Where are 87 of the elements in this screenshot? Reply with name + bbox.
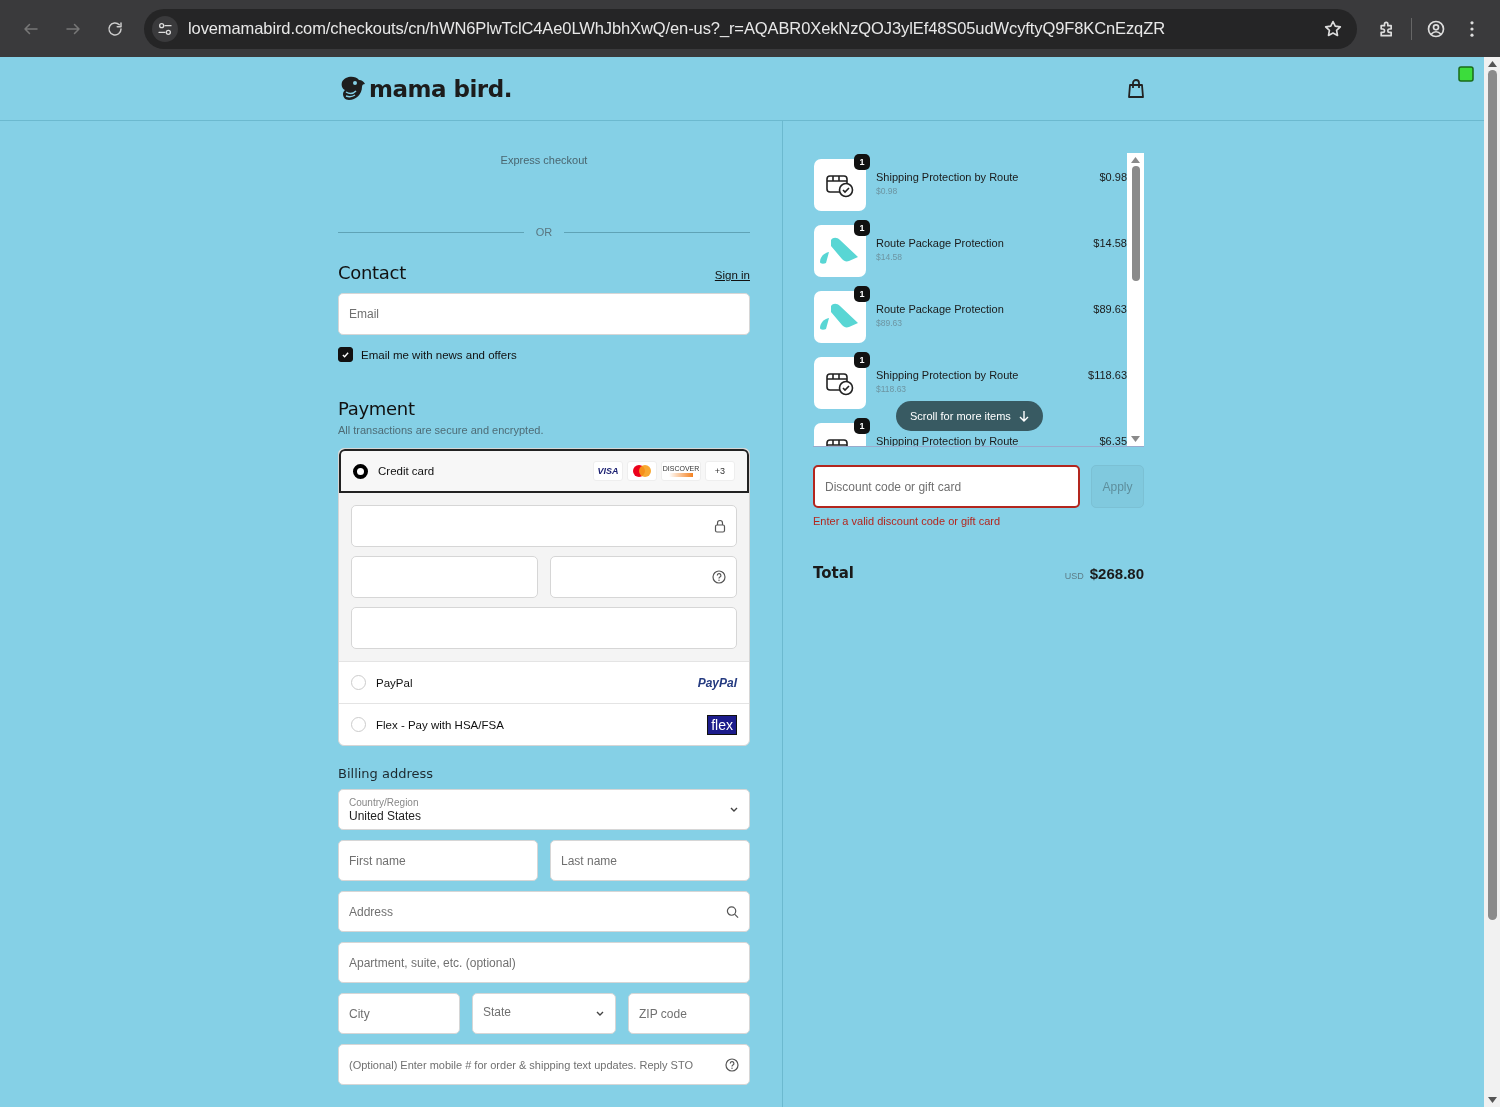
input-field[interactable]: Last name [550,840,750,881]
menu-icon [1470,20,1474,37]
product-title: Shipping Protection by Route [876,369,1020,381]
total-label: Total [813,564,854,582]
scrollbar-thumb[interactable] [1487,70,1497,920]
checkbox[interactable] [338,347,353,362]
payment-subtitle: All transactions are secure and encrypted. [338,424,545,436]
site-settings-icon [157,20,173,37]
checkmark-icon [342,351,349,358]
chevron-down-icon [729,805,739,814]
currency-code: USD [1064,570,1084,581]
star-icon [1323,18,1343,39]
input-field[interactable]: First name [338,840,538,881]
divider-label: OR [535,226,553,238]
package-check-icon [825,172,855,198]
quantity-badge: 1 [854,220,870,236]
input-field[interactable]: Apartment, suite, etc. (optional) [338,942,750,983]
discount-code-field[interactable]: Discount code or gift card [813,465,1080,508]
name-on-card-field[interactable] [351,607,737,649]
checkbox-label: Email me with news and offers [361,348,517,361]
express-checkout-label: Express checkout [499,154,589,166]
flex-logo: flex [707,714,737,735]
product-price: $6.35 [1099,434,1127,446]
search-icon [726,905,739,918]
product-variant: $89.63 [876,318,903,328]
help-icon [725,1057,739,1072]
radio-button[interactable] [353,463,368,479]
quantity-badge: 1 [854,418,870,434]
package-check-icon [825,370,855,396]
scrollbar-thumb[interactable] [1131,166,1140,281]
scroll-more-button[interactable]: Scroll for more items [896,401,1043,431]
extension-badge-icon [1458,66,1474,82]
scrollbar[interactable] [1127,153,1144,446]
payment-option-label: Flex - Pay with HSA/FSA [376,718,505,731]
product-title: Shipping Protection by Route [876,171,1020,183]
payment-option[interactable]: PayPal PayPal [339,661,749,703]
help-icon [712,570,726,584]
logo-text: mama bird. [369,75,512,102]
payment-option-label: PayPal [376,676,414,689]
profile-icon [1426,18,1446,39]
more-cards-badge: +3 [705,461,735,481]
expiration-field[interactable] [351,556,538,598]
site-info-button[interactable] [152,15,178,42]
card-number-field[interactable] [351,505,737,547]
visa-logo: VISA [593,461,623,481]
section-heading: Payment [338,398,416,419]
section-heading: Contact [338,262,406,283]
section-heading: Billing address [338,766,435,781]
total-amount: $268.80 [1089,564,1144,582]
cart-button[interactable] [1127,78,1145,99]
payment-option[interactable]: Flex - Pay with HSA/FSA flex [339,703,749,745]
product-price: $0.98 [1099,170,1127,183]
input-field[interactable]: ZIP code [628,993,750,1034]
chevron-down-icon [595,1009,605,1018]
reload-icon [106,19,124,38]
mastercard-logo-icon [632,464,652,478]
security-code-field[interactable] [550,556,737,598]
product-variant: $0.98 [876,186,899,196]
url-text: lovemamabird.com/checkouts/cn/hWN6PlwTclC4Ae0LWhJbhXwQ/en-us?_r=AQABR0XekNzQOJ3ylEf48S05udWcyftyQ9F8KCnEzqZR [188,19,1166,38]
scroll-down-icon [1487,1097,1497,1103]
quantity-badge: 1 [854,286,870,302]
quantity-badge: 1 [854,154,870,170]
scroll-up-icon [1131,157,1140,163]
bag-icon [1127,78,1145,99]
arrow-down-icon [1018,410,1029,422]
input-field[interactable]: (Optional) Enter mobile # for order & shipping text updates. Reply STO [338,1044,750,1085]
quantity-badge: 1 [854,352,870,368]
select-field[interactable]: State [472,993,616,1034]
product-title: Route Package Protection [876,303,1005,315]
address-bar[interactable]: lovemamabird.com/checkouts/cn/hWN6PlwTclC4Ae0LWhJbhXwQ/en-us?_r=AQABR0XekNzQOJ3ylEf48S05udWcyftyQ9F8KCnEzqZR [144,8,1357,49]
paypal-logo: PayPal [697,675,737,690]
scroll-down-icon [1131,436,1140,442]
input-field[interactable]: Address [338,891,750,932]
product-variant: $14.58 [876,252,903,262]
scroll-up-icon [1487,61,1497,67]
sign-in-link[interactable]: Sign in [714,269,750,281]
error-message: Enter a valid discount code or gift card [813,515,1002,527]
select-field[interactable]: Country/Region United States [338,789,750,830]
product-variant: $118.63 [876,384,908,394]
product-price: $89.63 [1093,302,1127,315]
email-field[interactable]: Email [338,293,750,335]
product-title: Route Package Protection [876,237,1005,249]
lock-icon [714,519,726,533]
product-price: $118.63 [1088,368,1127,381]
input-field[interactable]: City [338,993,460,1034]
payment-option-label: Credit card [378,465,436,477]
product-price: $14.58 [1093,236,1127,249]
